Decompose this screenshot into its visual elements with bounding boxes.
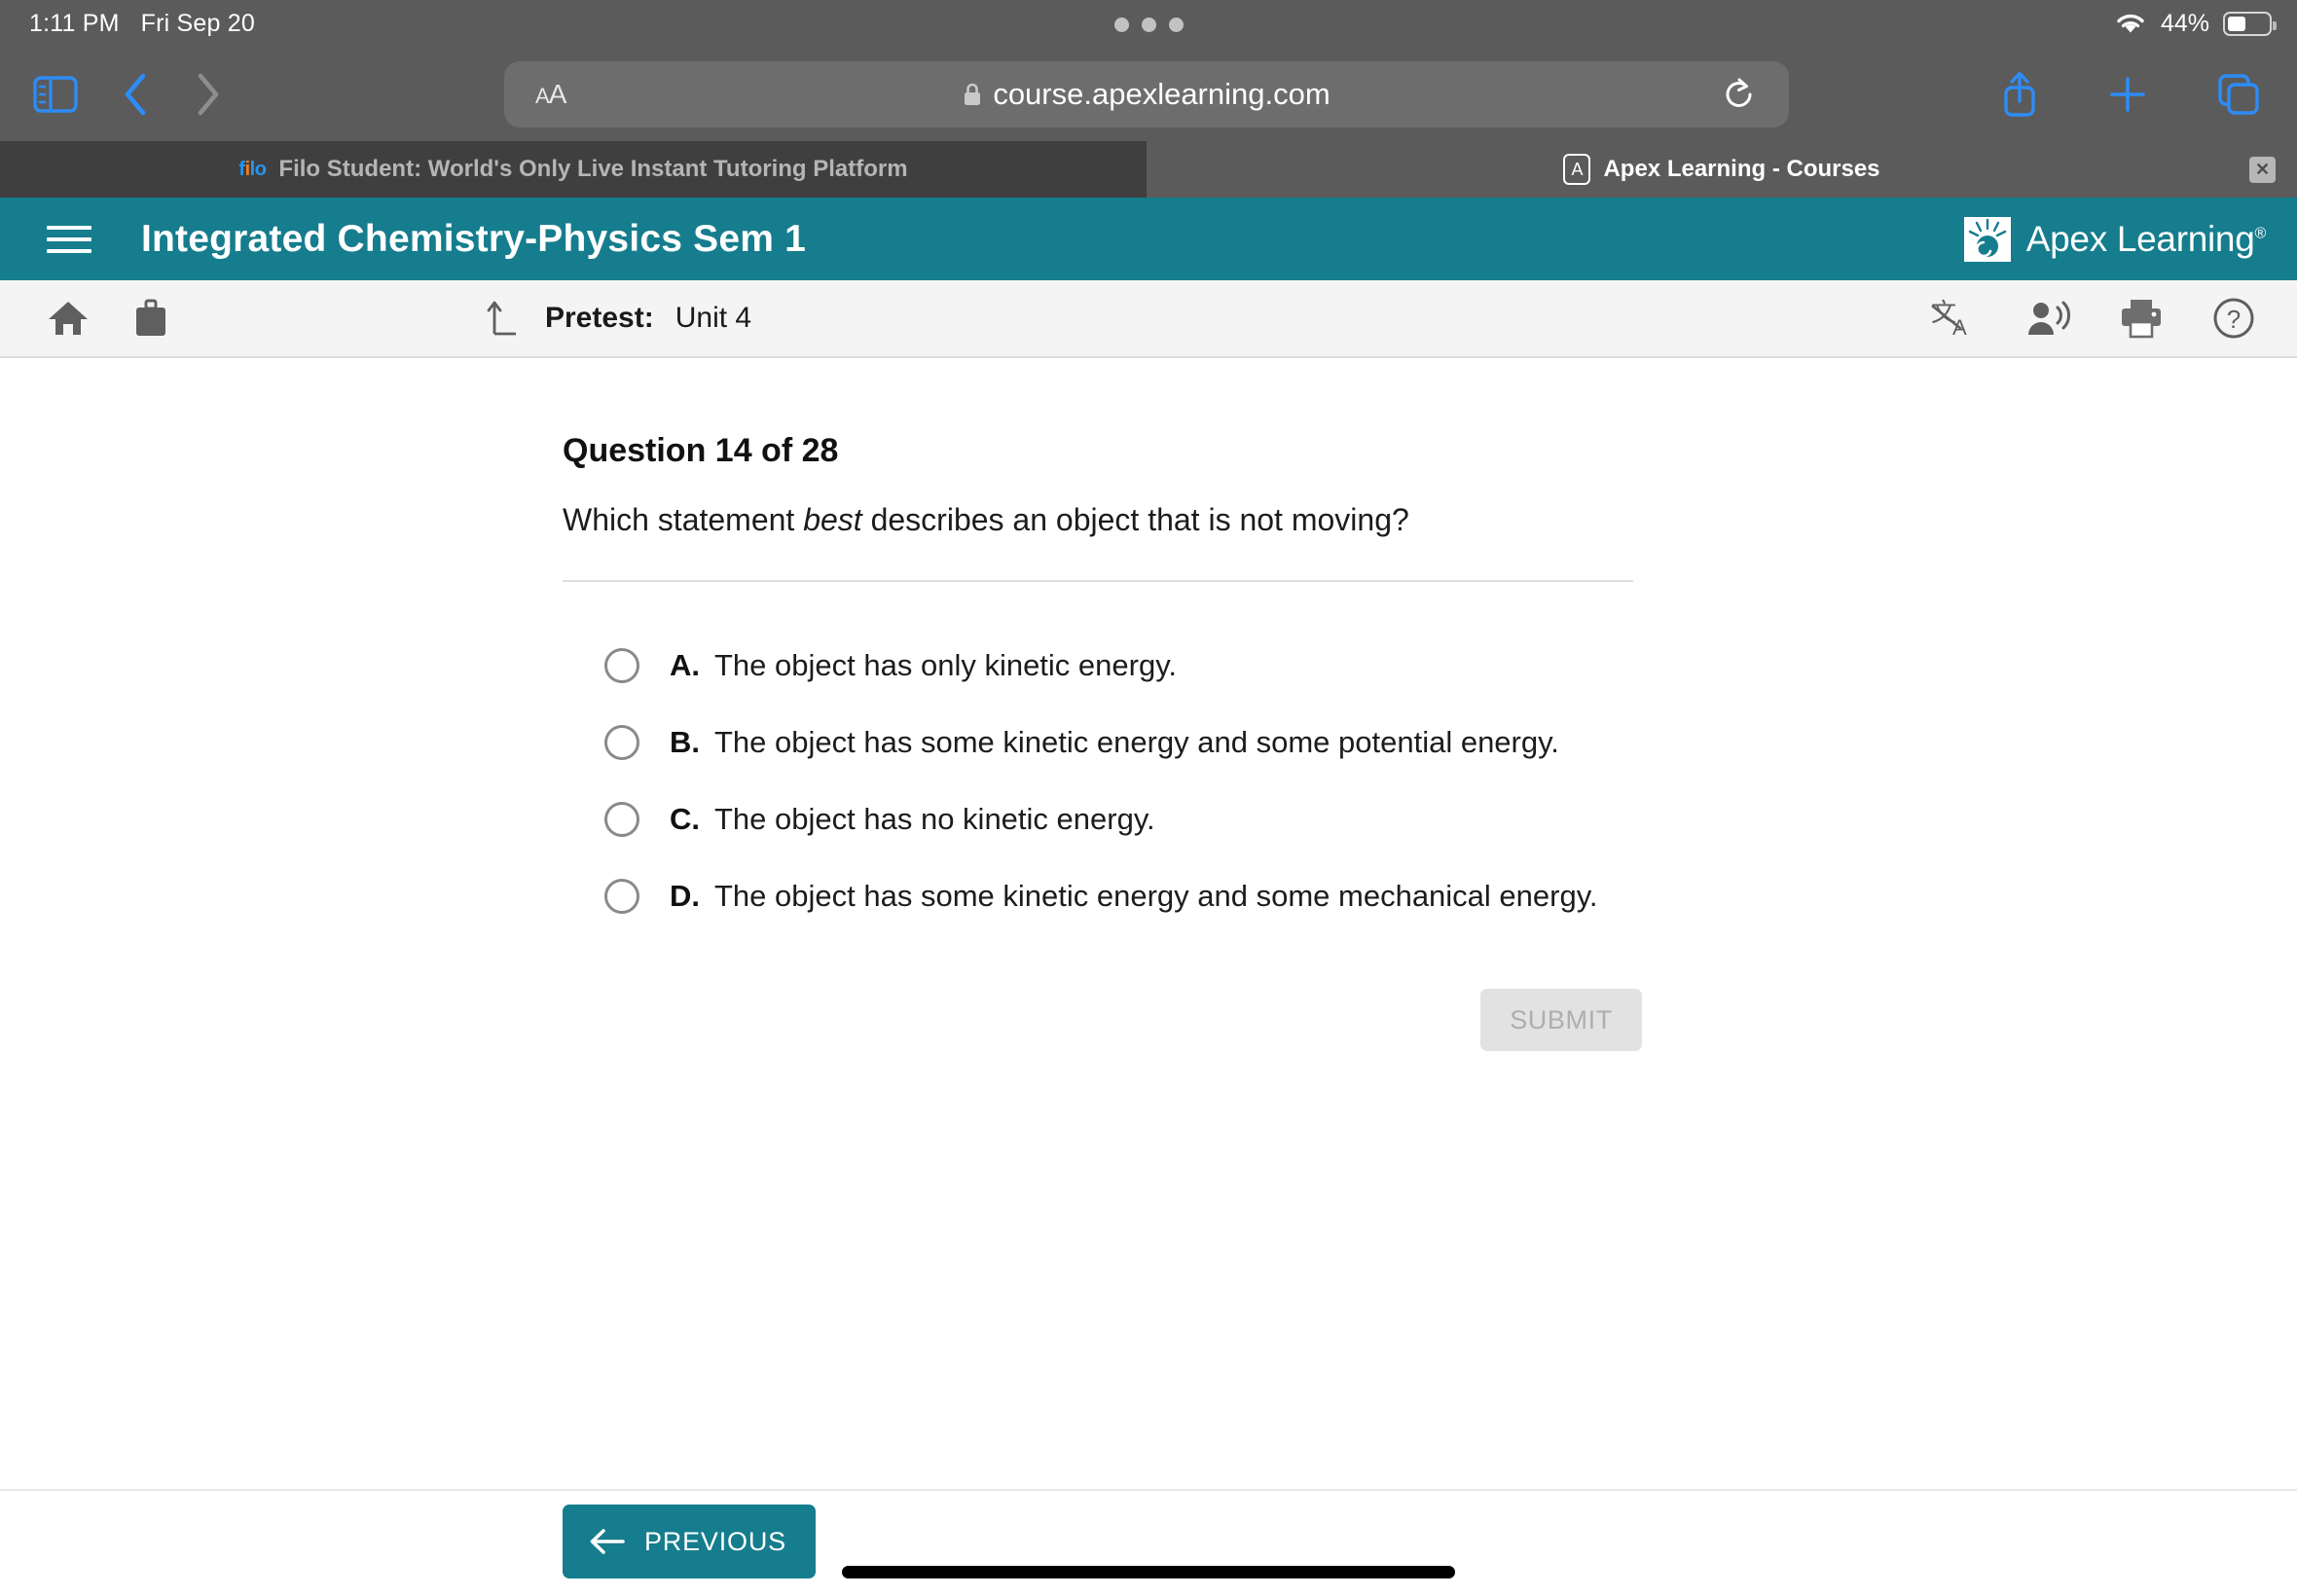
previous-button-label: PREVIOUS [644,1526,786,1556]
activity-breadcrumb: Pretest: Unit 4 [487,297,751,340]
apex-favicon: A [1563,154,1591,185]
question-content-area: Question 14 of 28 Which statement best d… [0,360,2297,1489]
read-aloud-icon[interactable] [2024,298,2071,339]
option-text: The object has only kinetic energy. [714,647,1178,682]
option-letter: C. [670,801,700,836]
option-letter: A. [670,647,700,682]
submit-row: SUBMIT [563,989,1643,1051]
activity-subnav: Pretest: Unit 4 文 A [0,280,2297,358]
option-letter: B. [670,724,700,759]
answer-option-c[interactable]: C. The object has no kinetic energy. [604,780,1643,857]
chevron-right-icon [193,71,222,118]
multitask-dot [1141,18,1156,32]
reload-icon[interactable] [1723,77,1756,112]
tab-title: Filo Student: World's Only Live Instant … [278,156,908,182]
wifi-icon [2114,11,2147,36]
question-prompt: Which statement best describes an object… [563,502,1643,538]
activity-type-label: Pretest: [545,302,654,334]
battery-percent: 44% [2160,9,2209,37]
help-circle-icon[interactable]: ? [2211,296,2256,341]
apex-brand-logo: Apex Learning® [1962,215,2266,264]
ipad-safari-screen: 1:11 PM Fri Sep 20 44% AA course.apexlea… [0,0,2297,1596]
svg-text:?: ? [2227,305,2241,334]
question-block: Question 14 of 28 Which statement best d… [563,432,1643,1051]
multitask-dot [1113,18,1129,32]
option-text: The object has no kinetic energy. [714,801,1155,836]
battery-icon [2223,11,2277,36]
home-icon[interactable] [47,298,90,339]
activity-name-label: Unit 4 [675,302,752,334]
safari-toolbar: AA course.apexlearning.com [0,47,2297,141]
home-indicator[interactable] [842,1566,1455,1578]
address-bar-content: course.apexlearning.com [504,77,1789,112]
toolbar-right-controls [1999,69,2262,120]
browser-tab-apex[interactable]: ✕ A Apex Learning - Courses [1147,141,2297,198]
question-counter: Question 14 of 28 [563,432,839,469]
close-icon[interactable]: ✕ [2249,157,2276,183]
url-text: course.apexlearning.com [993,76,1331,111]
briefcase-icon[interactable] [132,298,169,339]
answer-options-list: A. The object has only kinetic energy. B… [604,627,1643,934]
browser-tab-filo[interactable]: filo Filo Student: World's Only Live Ins… [0,141,1147,198]
activity-up-arrow-icon [487,297,524,340]
ios-status-bar: 1:11 PM Fri Sep 20 44% [0,0,2297,47]
prompt-part-2: describes an object that is not moving? [861,502,1409,537]
radio-button[interactable] [604,878,639,914]
filo-favicon: filo [238,158,267,180]
option-text: The object has some kinetic energy and s… [714,724,1559,759]
divider [563,580,1633,582]
brand-name: Apex Learning® [2025,218,2267,259]
multitask-handle[interactable] [0,18,2297,32]
subnav-tools: 文 A [1931,296,2256,341]
plus-icon[interactable] [2106,73,2149,116]
toolbar-left-controls [0,71,222,118]
safari-tab-strip: filo Filo Student: World's Only Live Ins… [0,141,2297,198]
answer-option-d[interactable]: D. The object has some kinetic energy an… [604,857,1643,934]
hamburger-menu-icon[interactable] [47,225,91,253]
option-letter: D. [670,878,700,913]
answer-option-b[interactable]: B. The object has some kinetic energy an… [604,704,1643,780]
share-icon[interactable] [1999,69,2040,120]
page-title: Integrated Chemistry-Physics Sem 1 [141,217,807,260]
sidebar-toggle-icon[interactable] [33,75,78,113]
submit-button[interactable]: SUBMIT [1480,989,1642,1051]
tabs-icon[interactable] [2215,71,2262,118]
subnav-left-icons [0,298,169,339]
chevron-left-icon[interactable] [121,71,150,118]
radio-button[interactable] [604,724,639,760]
print-icon[interactable] [2118,297,2165,340]
previous-button[interactable]: PREVIOUS [563,1505,816,1578]
option-text: The object has some kinetic energy and s… [714,878,1598,913]
multitask-dot [1168,18,1184,32]
radio-button[interactable] [604,647,639,683]
radio-button[interactable] [604,801,639,837]
answer-option-a[interactable]: A. The object has only kinetic energy. [604,627,1643,704]
prompt-emphasis: best [803,502,862,537]
apex-course-header: Integrated Chemistry-Physics Sem 1 Apex … [0,198,2297,280]
prompt-part-1: Which statement [563,502,804,537]
address-bar[interactable]: AA course.apexlearning.com [504,60,1789,127]
navigation-footer: PREVIOUS [0,1489,2297,1596]
translate-icon[interactable]: 文 A [1931,296,1978,341]
apex-sunburst-logo-icon [1962,215,2013,264]
tab-title: Apex Learning - Courses [1603,156,1880,182]
lock-icon [963,82,982,107]
arrow-left-icon [588,1527,627,1556]
status-bar-right: 44% [2114,9,2277,38]
